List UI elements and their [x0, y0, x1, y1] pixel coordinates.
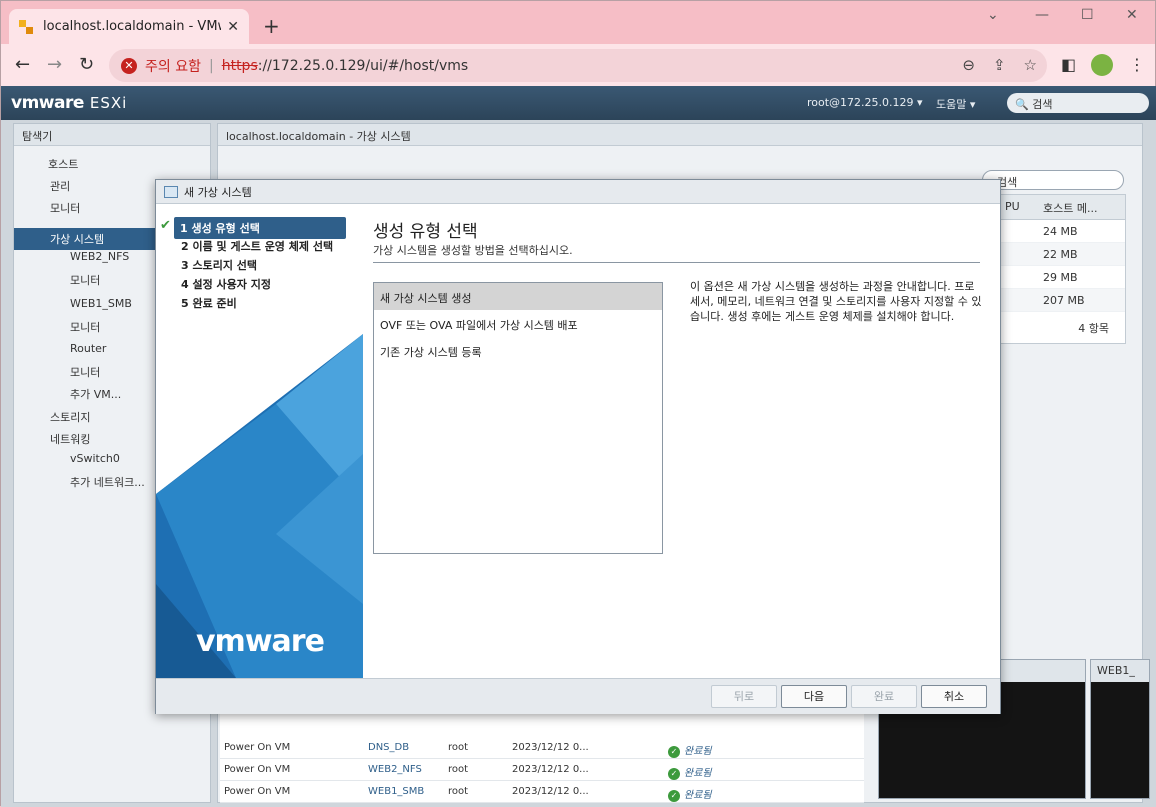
table-row[interactable]: Power On VM WEB1_SMB root 2023/12/12 0..… [220, 781, 864, 803]
wizard-subheading: 가상 시스템을 생성할 방법을 선택하십시오. [373, 244, 573, 257]
col-cpu-header[interactable]: PU [1005, 200, 1043, 214]
step-complete-check-icon: ✔ [160, 218, 171, 233]
wizard-heading: 생성 유형 선택 [373, 222, 478, 242]
nav-vm-router-monitor[interactable]: 모니터 [70, 364, 100, 380]
mem-cell: 207 MB [1043, 294, 1085, 307]
nav-vswitch0[interactable]: vSwitch0 [70, 452, 120, 465]
reload-icon[interactable]: ↻ [79, 54, 94, 75]
address-bar[interactable]: ✕ 주의 요함 | https ://172.25.0.129/ui/#/hos… [109, 49, 1047, 82]
new-vm-icon [164, 185, 178, 198]
mem-cell: 22 MB [1043, 248, 1078, 261]
back-button[interactable]: 뒤로 [711, 685, 777, 708]
nav-storage[interactable]: 스토리지 [50, 409, 90, 425]
wizard-titlebar: 새 가상 시스템 [156, 180, 1000, 204]
back-icon[interactable]: ← [15, 54, 30, 75]
wizard-main: 생성 유형 선택 가상 시스템을 생성할 방법을 선택하십시오. 새 가상 시스… [363, 204, 1000, 678]
vm-console-thumbnail-web1[interactable]: WEB1_ [1090, 659, 1150, 799]
nav-vm-web1[interactable]: WEB1_SMB [70, 297, 132, 310]
nav-monitor[interactable]: 모니터 [50, 200, 80, 216]
creation-type-list: 새 가상 시스템 생성 OVF 또는 OVA 파일에서 가상 시스템 배포 기존… [373, 282, 663, 554]
table-row[interactable]: Power On VM DNS_DB root 2023/12/12 0... … [220, 737, 864, 759]
side-panel-icon[interactable]: ◧ [1061, 55, 1076, 74]
browser-window: localhost.localdomain - VMware ✕ + ⌄ — ☐… [0, 0, 1156, 807]
nav-vm-web2[interactable]: WEB2_NFS [70, 250, 129, 263]
wizard-step-3[interactable]: 3 스토리지 선택 [181, 257, 257, 273]
new-tab-button[interactable]: + [263, 14, 280, 38]
table-row[interactable]: Power On VM WEB2_NFS root 2023/12/12 0..… [220, 759, 864, 781]
check-icon: ✓ [668, 768, 680, 780]
next-button[interactable]: 다음 [781, 685, 847, 708]
mem-cell: 29 MB [1043, 271, 1078, 284]
finish-button[interactable]: 완료 [851, 685, 917, 708]
vm-table-partial: PU 호스트 메... 24 MB 22 MB 29 MB 207 MB 4 항목 [998, 194, 1126, 344]
option-description: 이 옵션은 새 가상 시스템을 생성하는 과정을 안내합니다. 프로세서, 메모… [690, 280, 982, 323]
nav-networking[interactable]: 네트워킹 [50, 431, 90, 447]
vmware-favicon-icon [19, 19, 33, 34]
check-icon: ✓ [668, 790, 680, 802]
vm-search-input[interactable]: 검색 [982, 170, 1124, 190]
content-title: localhost.localdomain - 가상 시스템 [218, 124, 1142, 146]
tab-close-icon[interactable]: ✕ [227, 19, 239, 35]
cancel-button[interactable]: 취소 [921, 685, 987, 708]
minimize-button[interactable]: — [1035, 7, 1049, 23]
nav-manage[interactable]: 관리 [50, 178, 70, 194]
header-search-input[interactable]: 🔍 검색 [1007, 93, 1149, 113]
wizard-steps: ✔ 1 생성 유형 선택 2 이름 및 게스트 운영 체제 선택 3 스토리지 … [156, 204, 363, 678]
warning-icon: ✕ [121, 57, 137, 74]
esxi-header: vmware ESXi root@172.25.0.129 ▾ 도움말 ▾ 🔍 검… [1, 86, 1156, 120]
mem-cell: 24 MB [1043, 225, 1078, 238]
navigator-title: 탐색기 [14, 124, 210, 146]
help-menu[interactable]: 도움말 ▾ [936, 96, 975, 112]
console-title: WEB1_ [1091, 660, 1149, 682]
nav-vm-router[interactable]: Router [70, 342, 106, 355]
profile-avatar[interactable] [1091, 54, 1113, 76]
zoom-icon[interactable]: ⊖ [962, 56, 975, 74]
esxi-logo: vmware ESXi [11, 93, 128, 113]
security-label[interactable]: 주의 요함 [145, 56, 201, 76]
separator: | [208, 57, 214, 74]
user-menu[interactable]: root@172.25.0.129 ▾ [807, 96, 923, 109]
check-icon: ✓ [668, 746, 680, 758]
wizard-step-5[interactable]: 5 완료 준비 [181, 295, 237, 311]
browser-toolbar: ← → ↻ ✕ 주의 요함 | https ://172.25.0.129/ui… [1, 44, 1155, 86]
forward-icon[interactable]: → [47, 54, 62, 75]
tab-strip: localhost.localdomain - VMware ✕ + ⌄ — ☐… [1, 1, 1155, 44]
nav-more-networks[interactable]: 추가 네트워크... [70, 474, 145, 490]
nav-vm-web2-monitor[interactable]: 모니터 [70, 272, 100, 288]
nav-vm-web1-monitor[interactable]: 모니터 [70, 319, 100, 335]
nav-host[interactable]: 호스트 [48, 156, 78, 172]
option-deploy-ovf[interactable]: OVF 또는 OVA 파일에서 가상 시스템 배포 [374, 310, 662, 337]
option-create-new-vm[interactable]: 새 가상 시스템 생성 [374, 283, 662, 310]
wizard-footer: 뒤로 다음 완료 취소 [156, 678, 1000, 714]
bookmark-star-icon[interactable]: ☆ [1024, 56, 1037, 74]
url-text: ://172.25.0.129/ui/#/host/vms [257, 57, 469, 74]
wizard-step-4[interactable]: 4 설정 사용자 지정 [181, 276, 271, 292]
item-count: 4 항목 [1078, 322, 1109, 335]
wizard-step-2[interactable]: 2 이름 및 게스트 운영 체제 선택 [181, 238, 333, 254]
browser-tab[interactable]: localhost.localdomain - VMware ✕ [9, 9, 249, 44]
wizard-title: 새 가상 시스템 [184, 185, 252, 199]
nav-more-vms[interactable]: 추가 VM... [70, 386, 121, 402]
option-register-existing[interactable]: 기존 가상 시스템 등록 [374, 337, 662, 364]
wizard-step-1[interactable]: 1 생성 유형 선택 [174, 217, 346, 239]
tab-search-icon[interactable]: ⌄ [987, 7, 999, 23]
menu-icon[interactable]: ⋮ [1129, 55, 1145, 74]
tab-title: localhost.localdomain - VMware [43, 19, 221, 34]
close-window-button[interactable]: ✕ [1126, 7, 1138, 23]
share-icon[interactable]: ⇪ [993, 56, 1006, 74]
new-vm-wizard: 새 가상 시스템 ✔ 1 생성 유형 선택 2 이름 및 게스트 운영 체제 선… [155, 179, 1001, 714]
recent-tasks-table: Power On VM DNS_DB root 2023/12/12 0... … [220, 702, 864, 803]
vmware-logo: vmware [196, 624, 325, 659]
url-scheme: https [221, 57, 258, 74]
divider [373, 262, 980, 263]
maximize-button[interactable]: ☐ [1081, 7, 1094, 23]
col-host-mem-header[interactable]: 호스트 메... [1043, 200, 1097, 215]
